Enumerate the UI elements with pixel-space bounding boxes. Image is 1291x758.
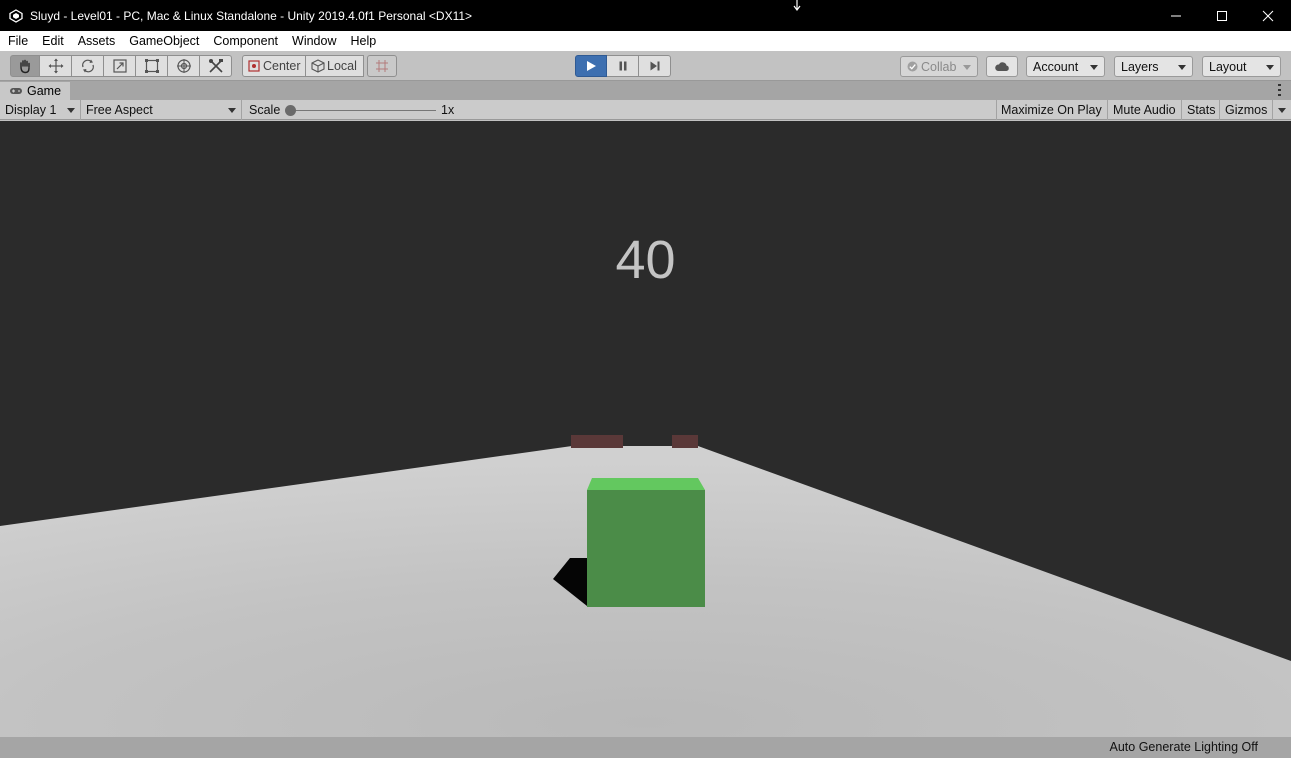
- hand-tool-button[interactable]: [10, 55, 40, 77]
- stats-toggle[interactable]: Stats: [1182, 100, 1220, 120]
- menu-assets[interactable]: Assets: [71, 31, 123, 51]
- menu-file[interactable]: File: [0, 31, 35, 51]
- account-dropdown[interactable]: Account: [1026, 56, 1105, 77]
- mute-audio-label: Mute Audio: [1113, 103, 1176, 117]
- game-viewport[interactable]: 40: [0, 121, 1291, 737]
- transform-tool-button[interactable]: [168, 55, 200, 77]
- move-tool-icon: [48, 58, 63, 74]
- layers-dropdown[interactable]: Layers: [1114, 56, 1193, 77]
- menu-edit[interactable]: Edit: [35, 31, 71, 51]
- menu-window[interactable]: Window: [285, 31, 343, 51]
- custom-tool-button[interactable]: [200, 55, 232, 77]
- rect-tool-button[interactable]: [136, 55, 168, 77]
- close-icon: [1262, 10, 1274, 21]
- unity-logo-icon: [8, 8, 24, 24]
- gizmos-dropdown[interactable]: [1273, 100, 1291, 120]
- scale-tool-icon: [112, 59, 127, 73]
- display-dropdown[interactable]: Display 1: [0, 100, 81, 120]
- mute-audio-toggle[interactable]: Mute Audio: [1108, 100, 1182, 120]
- menu-help[interactable]: Help: [343, 31, 383, 51]
- account-label: Account: [1033, 59, 1079, 74]
- window-title-bar: Sluyd - Level01 - PC, Mac & Linux Standa…: [0, 0, 1291, 31]
- step-button[interactable]: [639, 55, 671, 77]
- display-label: Display 1: [5, 103, 57, 117]
- scale-value: 1x: [441, 103, 455, 117]
- minimize-button[interactable]: [1153, 0, 1199, 31]
- scale-slider-handle[interactable]: [285, 105, 296, 116]
- custom-tool-icon: [208, 59, 223, 73]
- scale-slider-track[interactable]: [289, 110, 436, 111]
- gizmos-toggle[interactable]: Gizmos: [1220, 100, 1273, 120]
- cloud-button[interactable]: [986, 56, 1018, 77]
- hand-tool-icon: [20, 59, 30, 74]
- step-icon: [650, 61, 659, 71]
- minimize-icon: [1171, 15, 1181, 16]
- tab-options-icon[interactable]: [1278, 84, 1281, 96]
- move-tool-button[interactable]: [40, 55, 72, 77]
- maximize-button[interactable]: [1199, 0, 1245, 31]
- player-cube-top: [587, 478, 705, 490]
- game-view-controls: Display 1 Free Aspect Scale 1x Maximize …: [0, 100, 1291, 120]
- game-tab-strip: Game: [0, 81, 1291, 100]
- player-cube: [587, 490, 705, 607]
- menu-gameobject[interactable]: GameObject: [122, 31, 206, 51]
- transform-tools: [10, 55, 232, 77]
- grid-snap-icon: [376, 60, 388, 72]
- gamepad-icon: [9, 86, 23, 96]
- aspect-label: Free Aspect: [86, 103, 153, 117]
- pivot-rotation-button[interactable]: Local: [306, 55, 364, 77]
- gizmos-label: Gizmos: [1225, 103, 1268, 117]
- pause-button[interactable]: [607, 55, 639, 77]
- score-counter: 40: [615, 230, 676, 290]
- play-icon: [587, 61, 596, 71]
- layout-dropdown[interactable]: Layout: [1202, 56, 1281, 77]
- menu-bar: File Edit Assets GameObject Component Wi…: [0, 31, 1291, 51]
- pivot-controls: Center Local: [242, 55, 397, 77]
- window-title: Sluyd - Level01 - PC, Mac & Linux Standa…: [30, 8, 473, 23]
- pivot-mode-button[interactable]: Center: [242, 55, 306, 77]
- pause-icon: [619, 61, 626, 71]
- menu-component[interactable]: Component: [206, 31, 285, 51]
- rotate-tool-icon: [81, 59, 94, 73]
- pivot-center-icon: [248, 60, 260, 72]
- tab-game[interactable]: Game: [0, 82, 70, 100]
- collab-dropdown[interactable]: Collab: [900, 56, 978, 77]
- tab-game-label: Game: [27, 84, 62, 98]
- lighting-status[interactable]: Auto Generate Lighting Off: [1110, 740, 1258, 754]
- scale-label: Scale: [249, 103, 281, 117]
- checkmark-icon: [907, 61, 918, 72]
- transform-tool-icon: [176, 59, 191, 73]
- rect-tool-icon: [144, 59, 159, 73]
- rotate-tool-button[interactable]: [72, 55, 104, 77]
- main-toolbar: Center Local Collab Account Layers Layou…: [0, 51, 1291, 81]
- collab-label: Collab: [921, 59, 957, 74]
- aspect-dropdown[interactable]: Free Aspect: [81, 100, 242, 120]
- play-button[interactable]: [575, 55, 607, 77]
- status-bar: Auto Generate Lighting Off: [0, 737, 1291, 758]
- layout-label: Layout: [1209, 59, 1247, 74]
- layers-label: Layers: [1121, 59, 1159, 74]
- scale-tool-button[interactable]: [104, 55, 136, 77]
- maximize-on-play-toggle[interactable]: Maximize On Play: [997, 100, 1108, 120]
- local-cube-icon: [311, 59, 325, 73]
- cloud-icon: [995, 61, 1009, 71]
- pivot-rotation-label: Local: [327, 59, 357, 73]
- close-button[interactable]: [1245, 0, 1291, 31]
- obstacle-right: [672, 435, 698, 448]
- pivot-mode-label: Center: [263, 59, 301, 73]
- maximize-icon: [1217, 10, 1227, 21]
- game-scene: [0, 435, 1291, 737]
- snap-grid-button[interactable]: [367, 55, 397, 77]
- stats-label: Stats: [1187, 103, 1216, 117]
- obstacle-left: [571, 435, 623, 448]
- mouse-cursor-icon: [792, 0, 802, 12]
- playback-controls: [575, 55, 671, 77]
- maximize-on-play-label: Maximize On Play: [1001, 103, 1102, 117]
